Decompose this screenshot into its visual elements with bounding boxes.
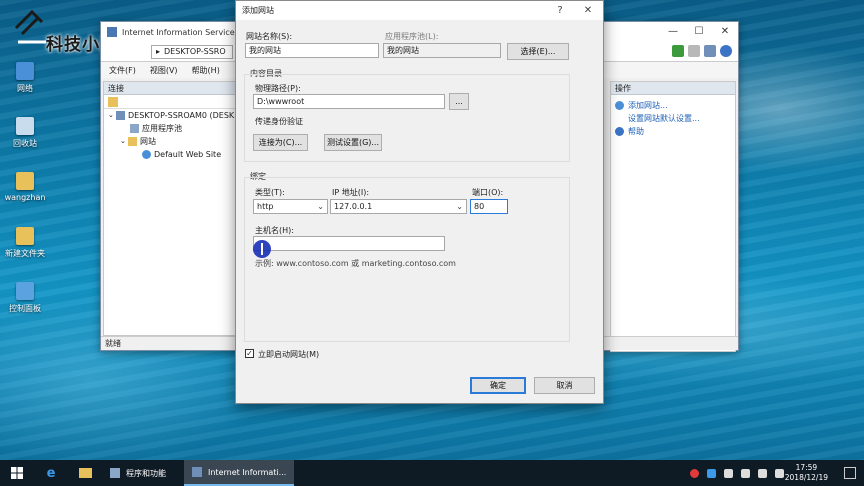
- dialog-help-button[interactable]: ?: [547, 1, 573, 20]
- folder-icon: [16, 172, 34, 190]
- hostname-label: 主机名(H):: [255, 226, 294, 235]
- menu-file[interactable]: 文件(F): [109, 65, 136, 76]
- taskbar-item-iis[interactable]: Internet Informati...: [184, 460, 295, 486]
- folder-icon: [16, 227, 34, 245]
- control-panel-icon: [110, 468, 120, 478]
- go-icon[interactable]: [672, 45, 684, 57]
- desktop-icon-recycle-bin[interactable]: 回收站: [2, 117, 48, 149]
- folder-icon: [78, 468, 92, 478]
- port-input[interactable]: 80: [470, 199, 508, 214]
- control-panel-icon: [16, 282, 34, 300]
- clock[interactable]: 17:59 2018/12/19: [785, 463, 828, 483]
- tree-item-default-web-site[interactable]: Default Web Site: [104, 148, 235, 161]
- app-pool-field: 我的网站: [383, 43, 501, 58]
- show-hidden-icon[interactable]: [724, 468, 733, 478]
- start-immediately-label: 立即启动网站(M): [258, 350, 320, 359]
- app-pool-label: 应用程序池(L):: [385, 32, 439, 41]
- dialog-close-button[interactable]: ✕: [575, 1, 601, 20]
- site-name-input[interactable]: 我的网站: [245, 43, 379, 58]
- sites-folder-icon: [128, 137, 137, 146]
- action-add-site[interactable]: 添加网站...: [615, 99, 735, 112]
- browse-button[interactable]: ...: [449, 93, 469, 110]
- iis-app-icon: [192, 467, 202, 477]
- port-label: 端口(O):: [472, 188, 504, 197]
- server-icon: [116, 111, 125, 120]
- type-select[interactable]: http ⌄: [253, 199, 328, 214]
- ip-address-label: IP 地址(I):: [332, 188, 370, 197]
- chevron-down-icon: ⌄: [456, 202, 463, 211]
- edge-taskbar-button[interactable]: e: [34, 460, 68, 486]
- start-button[interactable]: [0, 460, 34, 486]
- desktop-icon-network[interactable]: 网络: [2, 62, 48, 94]
- explorer-taskbar-button[interactable]: [68, 460, 102, 486]
- site-name-label: 网站名称(S):: [246, 32, 293, 41]
- shield-icon[interactable]: [707, 468, 716, 478]
- connections-header: 连接: [104, 82, 235, 95]
- ok-button[interactable]: 确定: [470, 377, 526, 394]
- connect-icon[interactable]: [108, 97, 118, 107]
- tree-item-server[interactable]: ⌄ DESKTOP-SSROAM0 (DESK: [104, 109, 235, 122]
- actions-pane: 操作 添加网站... 设置网站默认设置... 帮助: [610, 81, 736, 352]
- clock-date: 2018/12/19: [784, 473, 828, 482]
- taskbar: e 程序和功能 Internet Informati... 17:59 2018…: [0, 460, 864, 486]
- close-button[interactable]: ✕: [712, 22, 738, 42]
- action-help[interactable]: 帮助: [615, 125, 735, 138]
- app-pool-icon: [130, 124, 139, 133]
- physical-path-label: 物理路径(P):: [255, 84, 301, 93]
- hostname-example-text: 示例: www.contoso.com 或 marketing.contoso.…: [255, 259, 456, 268]
- clock-time: 17:59: [795, 463, 818, 472]
- add-site-icon: [615, 101, 624, 110]
- physical-path-input[interactable]: D:\wwwroot: [253, 94, 445, 109]
- iis-app-icon: [107, 27, 117, 37]
- network-icon: [16, 62, 34, 80]
- recycle-bin-icon: [16, 117, 34, 135]
- start-immediately-checkbox[interactable]: ✓: [245, 349, 254, 358]
- desktop-icon-new-folder[interactable]: 新建文件夹: [2, 227, 48, 259]
- address-breadcrumb[interactable]: ▸ DESKTOP-SSRO: [151, 44, 233, 59]
- taskbar-item-programs[interactable]: 程序和功能: [102, 460, 174, 486]
- breadcrumb-arrow-icon: ▸: [156, 47, 161, 56]
- menu-view[interactable]: 视图(V): [150, 65, 178, 76]
- test-settings-button[interactable]: 测试设置(G)...: [324, 134, 382, 151]
- add-website-dialog: 添加网站 ? ✕ 网站名称(S): 我的网站 应用程序池(L): 我的网站 选择…: [235, 0, 604, 404]
- help-icon[interactable]: [720, 45, 732, 57]
- home-icon[interactable]: [704, 45, 716, 57]
- desktop-icon-wangzhan[interactable]: wangzhan: [2, 172, 48, 202]
- notification-center-icon[interactable]: [844, 467, 856, 479]
- chevron-down-icon: ⌄: [317, 202, 324, 211]
- volume-icon[interactable]: [758, 468, 767, 478]
- minimize-button[interactable]: —: [660, 22, 686, 42]
- network-icon[interactable]: [741, 468, 750, 478]
- actions-header: 操作: [611, 82, 735, 95]
- type-label: 类型(T):: [255, 188, 285, 197]
- connections-pane: 连接 ⌄ DESKTOP-SSROAM0 (DESK 应用程序池 ⌄ 网站 De…: [103, 81, 236, 336]
- input-method-icon[interactable]: [775, 468, 784, 478]
- tree-item-sites[interactable]: ⌄ 网站: [104, 135, 235, 148]
- dialog-title: 添加网站: [242, 6, 274, 15]
- edge-icon: e: [46, 465, 56, 481]
- globe-icon: [142, 150, 151, 159]
- maximize-button[interactable]: ☐: [686, 22, 712, 42]
- help-icon: [615, 127, 624, 136]
- mouse-cursor-highlight: [253, 240, 271, 258]
- connect-as-button[interactable]: 连接为(C)...: [253, 134, 308, 151]
- record-icon[interactable]: [690, 468, 699, 478]
- select-app-pool-button[interactable]: 选择(E)...: [507, 43, 569, 60]
- dialog-title-bar[interactable]: 添加网站 ? ✕: [236, 1, 603, 20]
- menu-help[interactable]: 帮助(H): [192, 65, 220, 76]
- hostname-input[interactable]: [253, 236, 445, 251]
- cancel-button[interactable]: 取消: [534, 377, 595, 394]
- action-site-defaults[interactable]: 设置网站默认设置...: [615, 112, 735, 125]
- tree-item-app-pools[interactable]: 应用程序池: [104, 122, 235, 135]
- system-tray: [690, 460, 784, 486]
- stop-icon[interactable]: [688, 45, 700, 57]
- ip-address-select[interactable]: 127.0.0.1 ⌄: [330, 199, 467, 214]
- passthrough-auth-label: 传递身份验证: [255, 117, 303, 126]
- windows-logo-icon: [11, 467, 23, 479]
- desktop-icon-control-panel[interactable]: 控制面板: [2, 282, 48, 314]
